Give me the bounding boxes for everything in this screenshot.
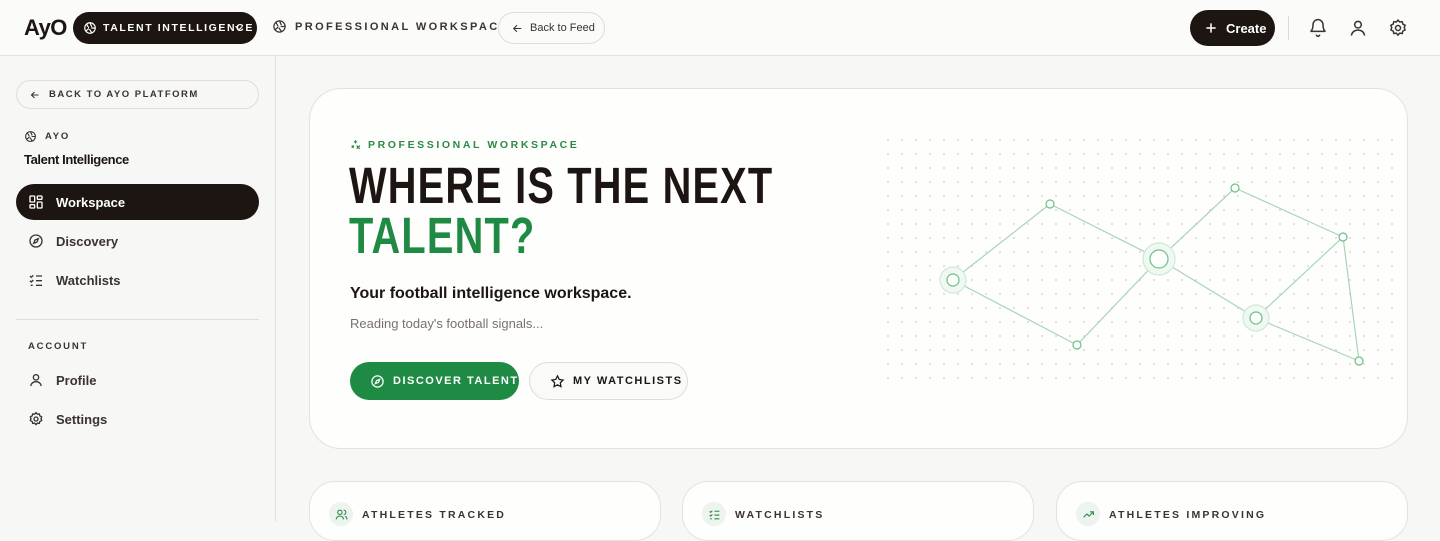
- back-to-platform-button[interactable]: BACK TO AYO PLATFORM: [16, 80, 259, 109]
- create-button[interactable]: Create: [1190, 10, 1275, 46]
- stat-label: ATHLETES IMPROVING: [1109, 509, 1267, 521]
- list-check-icon: [702, 502, 726, 526]
- top-bar: AyO TALENT INTELLIGENCE PROFESSIONAL WOR…: [0, 0, 1440, 56]
- stat-label: ATHLETES TRACKED: [362, 509, 507, 521]
- stat-label: WATCHLISTS: [735, 509, 825, 521]
- gear-icon[interactable]: [1388, 18, 1408, 38]
- compass-icon: [371, 374, 384, 388]
- sidebar-item-label: Settings: [56, 411, 108, 427]
- sidebar-item-label: Discovery: [56, 233, 119, 249]
- user-icon: [30, 374, 42, 387]
- chevron-down-icon: [235, 25, 243, 31]
- hero-subhead: Your football intelligence workspace.: [350, 285, 632, 302]
- hero-eyebrow-label: PROFESSIONAL WORKSPACE: [368, 138, 580, 151]
- create-label: Create: [1226, 20, 1267, 36]
- sidebar-item-discovery[interactable]: Discovery: [16, 223, 259, 259]
- plus-icon: [1206, 23, 1216, 33]
- gear-icon: [29, 411, 43, 426]
- hero-card: PROFESSIONAL WORKSPACE WHERE IS THE NEXT…: [309, 88, 1408, 449]
- aperture-icon: [273, 20, 286, 33]
- professional-workspace-label: PROFESSIONAL WORKSPACE: [295, 20, 510, 33]
- users-icon: [329, 502, 353, 526]
- brand-title: Talent Intelligence: [24, 152, 129, 167]
- brand-eyebrow-label: AYO: [45, 131, 71, 142]
- compass-icon: [29, 234, 43, 248]
- stat-card-athletes-tracked: ATHLETES TRACKED: [309, 481, 661, 541]
- context-switcher[interactable]: TALENT INTELLIGENCE: [73, 12, 257, 44]
- toolbar-divider: [1288, 16, 1289, 40]
- hero-status-text: Reading today's football signals...: [350, 316, 544, 331]
- sidebar-item-workspace[interactable]: Workspace: [16, 184, 259, 220]
- sidebar-item-profile[interactable]: Profile: [16, 362, 259, 398]
- trending-up-icon: [1076, 502, 1100, 526]
- bell-icon[interactable]: [1308, 18, 1328, 38]
- stat-card-athletes-improving: ATHLETES IMPROVING: [1056, 481, 1408, 541]
- sidebar-item-label: Watchlists: [56, 272, 121, 288]
- arrow-left-icon: [30, 91, 39, 98]
- sidebar-divider: [16, 319, 259, 320]
- sidebar-item-settings[interactable]: Settings: [16, 401, 259, 437]
- sidebar-item-watchlists[interactable]: Watchlists: [16, 262, 259, 298]
- hero-eyebrow: PROFESSIONAL WORKSPACE: [349, 138, 579, 151]
- back-to-feed-label: Back to Feed: [530, 22, 595, 34]
- back-to-feed-button[interactable]: Back to Feed: [498, 12, 605, 44]
- aperture-icon: [25, 131, 36, 142]
- my-watchlists-button[interactable]: MY WATCHLISTS: [529, 362, 688, 400]
- list-check-icon: [29, 274, 42, 286]
- network-graph-illustration: [887, 139, 1397, 389]
- headline-line-1: WHERE IS THE NEXT: [349, 157, 774, 214]
- sparkle-icon: [351, 140, 361, 150]
- discover-talent-label: DISCOVER TALENT: [393, 375, 519, 387]
- aperture-icon: [84, 22, 96, 34]
- arrow-left-icon: [512, 24, 522, 32]
- sidebar-item-label: Profile: [56, 372, 97, 388]
- sidebar-item-label: Workspace: [56, 194, 126, 210]
- star-icon: [550, 373, 565, 388]
- professional-workspace-link[interactable]: PROFESSIONAL WORKSPACE: [272, 19, 509, 34]
- app-logo[interactable]: AyO: [24, 15, 67, 41]
- hero-headline: WHERE IS THE NEXT TALENT?: [349, 157, 774, 264]
- discover-talent-button[interactable]: DISCOVER TALENT: [350, 362, 519, 400]
- sidebar: BACK TO AYO PLATFORM AYO Talent Intellig…: [0, 56, 276, 522]
- stat-card-watchlists: WATCHLISTS: [682, 481, 1034, 541]
- grid-icon: [29, 195, 43, 209]
- my-watchlists-label: MY WATCHLISTS: [573, 375, 683, 387]
- brand-eyebrow: AYO: [24, 130, 70, 143]
- user-icon[interactable]: [1348, 18, 1368, 38]
- account-section-label: ACCOUNT: [28, 341, 89, 352]
- headline-line-2: TALENT?: [349, 207, 536, 264]
- back-to-platform-label: BACK TO AYO PLATFORM: [49, 89, 199, 100]
